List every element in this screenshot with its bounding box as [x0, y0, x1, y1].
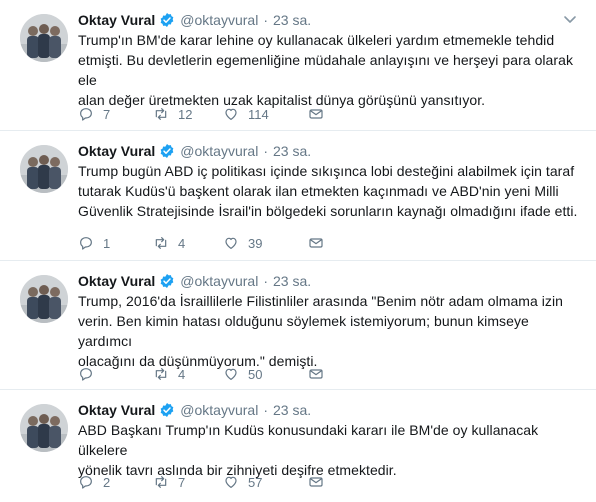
like-count: 39: [248, 235, 263, 251]
tweet[interactable]: Oktay Vural @oktayvural · 23 sa. ABD Baş…: [0, 390, 596, 502]
tweet-text-line: Güvenlik Stratejisinde İsrail'in bölgede…: [78, 203, 578, 219]
tweet-text: ABD Başkanı Trump'ın Kudüs konusundaki k…: [78, 420, 578, 480]
tweet-timestamp[interactable]: 23 sa.: [273, 12, 311, 28]
chevron-down-icon[interactable]: [562, 11, 578, 27]
reply-icon: [80, 237, 92, 250]
envelope-icon: [309, 369, 323, 379]
separator-dot: ·: [263, 12, 268, 28]
retweet-icon: [155, 476, 167, 488]
author-handle[interactable]: @oktayvural: [180, 273, 258, 289]
retweet-button[interactable]: 4: [153, 364, 223, 384]
tweet-header: Oktay Vural @oktayvural · 23 sa.: [78, 271, 311, 291]
heart-icon: [225, 368, 237, 380]
retweet-icon: [155, 108, 167, 120]
author-name[interactable]: Oktay Vural: [78, 402, 155, 418]
retweet-count: 12: [178, 106, 193, 122]
separator-dot: ·: [263, 402, 268, 418]
tweet[interactable]: Oktay Vural @oktayvural · 23 sa. Trump'ı…: [0, 0, 596, 131]
tweet[interactable]: Oktay Vural @oktayvural · 23 sa. Trump, …: [0, 261, 596, 390]
separator-dot: ·: [263, 143, 268, 159]
tweet-text-line: Trump'ın BM'de karar lehine oy kullanaca…: [78, 32, 555, 48]
tweet-text-line: Trump bugün ABD iç politikası içinde sık…: [78, 163, 575, 179]
retweet-button[interactable]: 7: [153, 472, 223, 492]
like-button[interactable]: 39: [223, 233, 308, 253]
tweet-text-line: tutarak Kudüs'ü başkent olarak ilan etme…: [78, 183, 559, 199]
reply-button[interactable]: [78, 364, 153, 384]
author-name[interactable]: Oktay Vural: [78, 143, 155, 159]
tweet-text: Trump'ın BM'de karar lehine oy kullanaca…: [78, 30, 578, 110]
avatar[interactable]: [20, 404, 68, 452]
avatar[interactable]: [20, 275, 68, 323]
tweet-header: Oktay Vural @oktayvural · 23 sa.: [78, 10, 311, 30]
like-count: 57: [248, 474, 263, 490]
heart-icon: [225, 237, 237, 249]
tweet-actions: 4 50: [78, 364, 328, 384]
author-handle[interactable]: @oktayvural: [180, 402, 258, 418]
avatar[interactable]: [20, 145, 68, 193]
retweet-icon: [155, 368, 167, 380]
envelope-icon: [309, 109, 323, 119]
tweet[interactable]: Oktay Vural @oktayvural · 23 sa. Trump b…: [0, 131, 596, 261]
author-name[interactable]: Oktay Vural: [78, 273, 155, 289]
reply-count: 1: [103, 235, 111, 251]
verified-badge-icon: [159, 143, 175, 159]
author-name[interactable]: Oktay Vural: [78, 12, 155, 28]
reply-icon: [80, 476, 92, 489]
direct-message-button[interactable]: [308, 233, 328, 253]
retweet-count: 7: [178, 474, 186, 490]
direct-message-button[interactable]: [308, 104, 328, 124]
tweet-actions: 1 4 39: [78, 233, 328, 253]
separator-dot: ·: [263, 273, 268, 289]
retweet-button[interactable]: 12: [153, 104, 223, 124]
reply-icon: [80, 108, 92, 121]
tweet-timestamp[interactable]: 23 sa.: [273, 273, 311, 289]
tweet-header: Oktay Vural @oktayvural · 23 sa.: [78, 141, 311, 161]
verified-badge-icon: [159, 12, 175, 28]
verified-badge-icon: [159, 273, 175, 289]
heart-icon: [225, 108, 237, 120]
reply-button[interactable]: 1: [78, 233, 153, 253]
avatar[interactable]: [20, 14, 68, 62]
tweet-timestamp[interactable]: 23 sa.: [273, 143, 311, 159]
like-count: 114: [248, 106, 269, 122]
direct-message-button[interactable]: [308, 364, 328, 384]
reply-button[interactable]: 2: [78, 472, 153, 492]
verified-badge-icon: [159, 402, 175, 418]
reply-count: 2: [103, 474, 111, 490]
reply-count: 7: [103, 106, 111, 122]
retweet-count: 4: [178, 235, 186, 251]
tweet-text-line: Trump, 2016'da İsraillilerle Filistinlil…: [78, 293, 563, 309]
tweet-text-line: etmişti. Bu devletlerin egemenliğine müd…: [78, 52, 573, 88]
author-handle[interactable]: @oktayvural: [180, 12, 258, 28]
tweet-timestamp[interactable]: 23 sa.: [273, 402, 311, 418]
reply-icon: [80, 368, 92, 381]
envelope-icon: [309, 238, 323, 248]
tweet-text: Trump bugün ABD iç politikası içinde sık…: [78, 161, 578, 221]
reply-button[interactable]: 7: [78, 104, 153, 124]
like-button[interactable]: 57: [223, 472, 308, 492]
author-handle[interactable]: @oktayvural: [180, 143, 258, 159]
tweet-timeline: Oktay Vural @oktayvural · 23 sa. Trump'ı…: [0, 0, 596, 502]
envelope-icon: [309, 477, 323, 487]
heart-icon: [225, 476, 237, 488]
tweet-text-line: verin. Ben kimin hatası olduğunu söyleme…: [78, 313, 529, 349]
tweet-text-line: ABD Başkanı Trump'ın Kudüs konusundaki k…: [78, 422, 539, 458]
tweet-actions: 7 12 114: [78, 104, 328, 124]
retweet-button[interactable]: 4: [153, 233, 223, 253]
like-button[interactable]: 114: [223, 104, 308, 124]
retweet-count: 4: [178, 366, 186, 382]
like-count: 50: [248, 366, 263, 382]
tweet-text: Trump, 2016'da İsraillilerle Filistinlil…: [78, 291, 578, 371]
tweet-actions: 2 7 57: [78, 472, 328, 492]
direct-message-button[interactable]: [308, 472, 328, 492]
like-button[interactable]: 50: [223, 364, 308, 384]
retweet-icon: [155, 237, 167, 249]
tweet-header: Oktay Vural @oktayvural · 23 sa.: [78, 400, 311, 420]
